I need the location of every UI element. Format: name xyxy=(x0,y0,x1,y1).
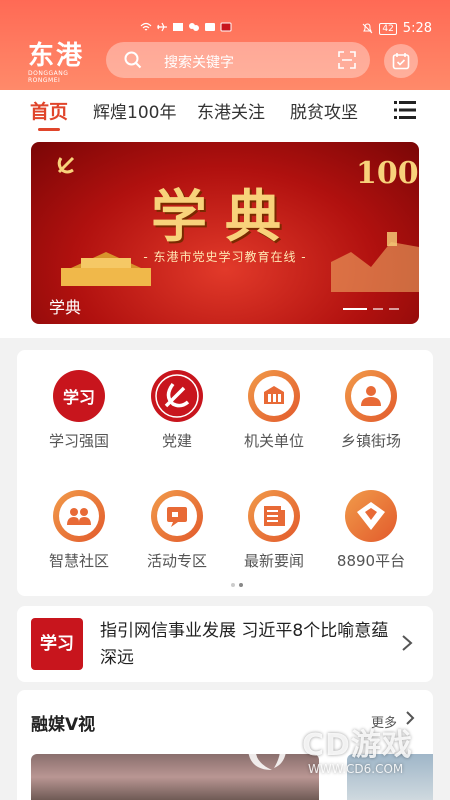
grid-label: 乡镇街场 xyxy=(340,432,401,450)
logo-subtitle: DONGGANG RONGMEI xyxy=(28,70,69,84)
tab-active-indicator xyxy=(38,128,60,131)
grid-item-party-building[interactable]: 党建 xyxy=(127,370,227,451)
grid-item-government-units[interactable]: 机关单位 xyxy=(224,370,324,451)
app-logo: 东港 DONGGANG RONGMEI xyxy=(28,41,94,84)
channel-menu-icon[interactable] xyxy=(394,100,416,120)
activity-icon xyxy=(157,496,197,536)
grid-label: 活动专区 xyxy=(146,552,207,570)
status-bar: 42 5:28 xyxy=(0,0,450,36)
grid-label: 8890平台 xyxy=(336,552,406,570)
banner-indicator xyxy=(343,308,399,310)
app-header: 42 5:28 东港 DONGGANG RONGMEI 搜索关键字 xyxy=(0,0,450,90)
building-icon xyxy=(254,376,294,416)
mute-icon xyxy=(362,23,373,34)
app-notification-icon xyxy=(205,23,215,31)
logo-text: 东港 xyxy=(28,41,85,71)
banner-subtitle: - 东港市党史学习教育在线 - xyxy=(143,250,307,264)
news-thumbnail: 学习 xyxy=(31,618,83,670)
grid-label: 最新要闻 xyxy=(243,552,304,570)
banner-dot xyxy=(373,308,383,310)
site-watermark: CD游戏 WWW.CD6.COM xyxy=(240,718,430,784)
airplane-icon xyxy=(157,22,167,32)
calendar-check-button[interactable] xyxy=(384,44,418,78)
tab-home[interactable]: 首页 xyxy=(30,97,68,124)
community-icon xyxy=(59,496,99,536)
grid-label: 智慧社区 xyxy=(48,552,109,570)
page-dot-active xyxy=(239,583,243,587)
app-notification-icon xyxy=(173,23,183,31)
grid-item-xuexi[interactable]: 学习 学习强国 xyxy=(29,370,129,451)
grid-item-8890-platform[interactable]: 8890平台 xyxy=(321,490,421,571)
tab-donggang-focus[interactable]: 东港关注 xyxy=(197,98,265,123)
search-icon xyxy=(124,51,142,69)
scan-icon[interactable] xyxy=(338,51,356,69)
page-dot xyxy=(231,583,235,587)
search-input[interactable]: 搜索关键字 xyxy=(164,52,234,72)
grid-label: 党建 xyxy=(161,432,192,450)
service-grid: 学习 学习强国 党建 机关单位 乡镇街场 智慧社区 活动专区 最新要闻 8890… xyxy=(17,350,433,596)
tab-glorious-100-years[interactable]: 辉煌100年 xyxy=(93,98,176,123)
app-notification-icon xyxy=(220,22,232,32)
grid-item-activities[interactable]: 活动专区 xyxy=(127,490,227,571)
section-title: 融媒V视 xyxy=(31,715,96,735)
party-emblem-icon xyxy=(155,374,199,418)
news-headline[interactable]: 指引网信事业发展 习近平8个比喻意蕴深远 xyxy=(100,618,395,672)
tab-poverty-alleviation[interactable]: 脱贫攻坚 xyxy=(290,98,358,123)
watermark-text: CD游戏 xyxy=(302,728,413,763)
watermark-url: WWW.CD6.COM xyxy=(308,762,404,776)
banner-section: 100 学典 - 东港市党史学习教育在线 - 学典 xyxy=(0,138,450,338)
banner-carousel[interactable]: 100 学典 - 东港市党史学习教育在线 - 学典 xyxy=(31,142,419,324)
search-bar[interactable]: 搜索关键字 xyxy=(106,42,370,78)
headline-news-card[interactable]: 学习 指引网信事业发展 习近平8个比喻意蕴深远 xyxy=(17,606,433,682)
svg-text:学习: 学习 xyxy=(63,388,95,407)
wifi-icon xyxy=(140,22,152,31)
calendar-check-icon xyxy=(392,53,410,70)
status-notification-icons xyxy=(140,22,232,32)
grid-item-latest-news[interactable]: 最新要闻 xyxy=(224,490,324,571)
platform-8890-icon xyxy=(357,502,385,530)
newspaper-icon xyxy=(254,496,294,536)
banner-dot xyxy=(389,308,399,310)
grid-label: 机关单位 xyxy=(243,432,304,450)
wechat-icon xyxy=(189,23,199,31)
town-people-icon xyxy=(351,376,391,416)
grid-page-indicator xyxy=(231,583,243,587)
banner-caption: 学典 xyxy=(49,298,82,317)
watermark-logo-icon xyxy=(247,726,287,770)
grid-item-towns[interactable]: 乡镇街场 xyxy=(321,370,421,451)
grid-label: 学习强国 xyxy=(48,432,109,450)
banner-dot-active xyxy=(343,308,367,310)
status-time: 5:28 xyxy=(402,21,432,36)
battery-level: 42 xyxy=(379,22,397,35)
status-right: 42 5:28 xyxy=(362,21,432,36)
xuexi-qiangguo-icon: 学习 xyxy=(63,388,95,407)
channel-tabs: 首页 辉煌100年 东港关注 脱贫攻坚 xyxy=(0,90,450,138)
banner-title: 学典 xyxy=(151,184,299,250)
grid-item-smart-community[interactable]: 智慧社区 xyxy=(29,490,129,571)
chevron-right-icon xyxy=(402,635,413,651)
